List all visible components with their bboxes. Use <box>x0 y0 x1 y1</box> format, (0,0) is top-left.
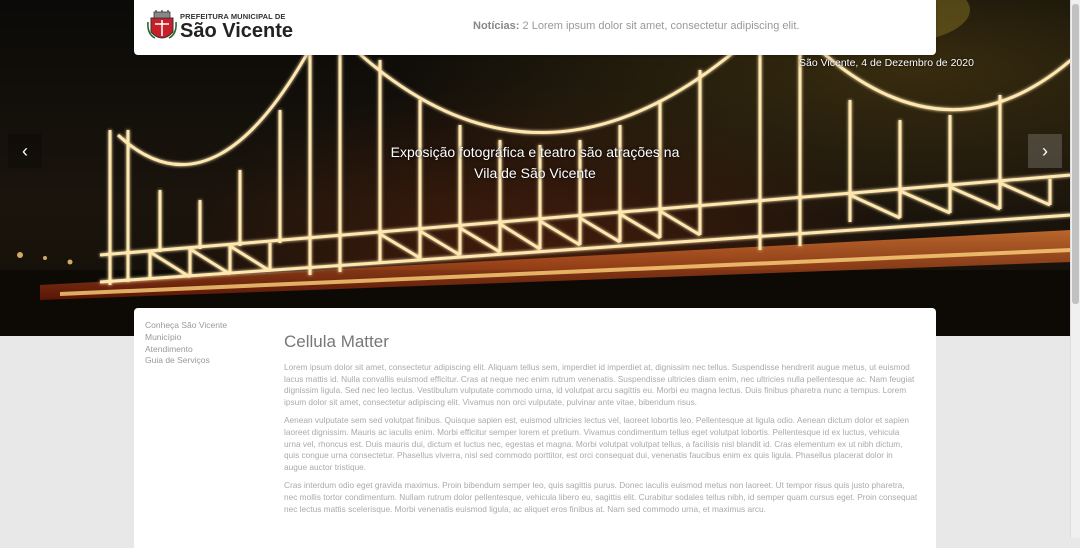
news-ticker[interactable]: Notícias: 2 Lorem ipsum dolor sit amet, … <box>473 20 800 32</box>
slide-caption-line1: Exposição fotográfica e teatro são atraç… <box>390 144 680 160</box>
coat-of-arms-icon <box>147 10 177 39</box>
sidebar-item-conheca[interactable]: Conheça São Vicente <box>145 320 227 332</box>
sidebar-item-atendimento[interactable]: Atendimento <box>145 344 227 356</box>
chevron-right-icon: › <box>1042 140 1048 161</box>
logo-title: São Vicente <box>180 20 294 43</box>
news-label: Notícias: <box>473 20 520 32</box>
carousel-next-button[interactable]: › <box>1028 134 1062 168</box>
article-title: Cellula Matter <box>284 332 389 351</box>
carousel-prev-button[interactable]: ‹ <box>8 134 42 168</box>
site-header: PREFEITURA MUNICIPAL DE São Vicente Notí… <box>134 0 936 55</box>
page-scrollbar[interactable] <box>1070 0 1080 538</box>
article-paragraph: Lorem ipsum dolor sit amet, consectetur … <box>284 362 915 407</box>
news-text: 2 Lorem ipsum dolor sit amet, consectetu… <box>522 20 800 32</box>
main-content: Conheça São Vicente Município Atendiment… <box>134 308 936 548</box>
side-navigation: Conheça São Vicente Município Atendiment… <box>145 320 227 367</box>
sidebar-item-guia-servicos[interactable]: Guia de Serviços <box>145 355 227 367</box>
site-logo[interactable]: PREFEITURA MUNICIPAL DE São Vicente <box>147 10 293 44</box>
slide-caption-line2: Vila de São Vicente <box>474 165 596 181</box>
slide-caption[interactable]: Exposição fotográfica e teatro são atraç… <box>370 142 700 184</box>
sidebar-item-municipio[interactable]: Município <box>145 332 227 344</box>
article: Cellula Matter Lorem ipsum dolor sit ame… <box>284 332 918 522</box>
scrollbar-thumb[interactable] <box>1072 4 1079 304</box>
current-date: São Vicente, 4 de Dezembro de 2020 <box>799 57 974 69</box>
logo-subtitle: PREFEITURA MUNICIPAL DE <box>180 11 286 21</box>
chevron-left-icon: ‹ <box>22 140 28 161</box>
article-paragraph: Aenean vulputate sem sed volutpat finibu… <box>284 415 909 472</box>
article-paragraph: Cras interdum odio eget gravida maximus.… <box>284 480 918 514</box>
